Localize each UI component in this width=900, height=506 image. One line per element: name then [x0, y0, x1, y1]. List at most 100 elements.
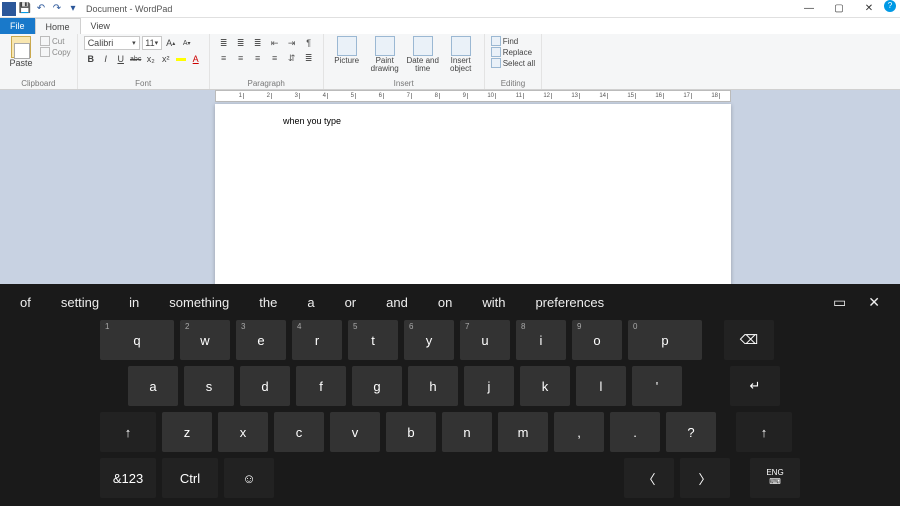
close-button[interactable]: ✕	[854, 0, 884, 18]
align-center-button[interactable]: ≡	[233, 51, 249, 65]
key-m[interactable]: m	[498, 412, 548, 452]
key-h[interactable]: h	[408, 366, 458, 406]
key-comma[interactable]: ,	[554, 412, 604, 452]
italic-button[interactable]: I	[99, 52, 113, 66]
key-b[interactable]: b	[386, 412, 436, 452]
picture-button[interactable]: Picture	[330, 36, 364, 65]
qat-customize-icon[interactable]: ▾	[66, 2, 80, 16]
help-icon[interactable]: ?	[884, 0, 896, 12]
suggestion[interactable]: with	[482, 295, 505, 310]
suggestion[interactable]: setting	[61, 295, 99, 310]
key-j[interactable]: j	[464, 366, 514, 406]
suggestion[interactable]: and	[386, 295, 408, 310]
key-f[interactable]: f	[296, 366, 346, 406]
key-y[interactable]: 6y	[404, 320, 454, 360]
suggestion[interactable]: the	[259, 295, 277, 310]
suggestion[interactable]: of	[20, 295, 31, 310]
close-keyboard-icon[interactable]: ✕	[868, 294, 880, 311]
font-name-select[interactable]: Calibri▾	[84, 36, 140, 50]
key-x[interactable]: x	[218, 412, 268, 452]
justify-button[interactable]: ≡	[267, 51, 283, 65]
key-g[interactable]: g	[352, 366, 402, 406]
key-enter[interactable]: ↵	[730, 366, 780, 406]
copy-button[interactable]: Copy	[40, 47, 71, 57]
font-color-button[interactable]: A	[189, 52, 203, 66]
key-e[interactable]: 3e	[236, 320, 286, 360]
font-size-select[interactable]: 11▾	[142, 36, 162, 50]
qat-undo-icon[interactable]: ↶	[34, 2, 48, 16]
paste-button[interactable]: Paste	[6, 36, 36, 68]
key-l[interactable]: l	[576, 366, 626, 406]
key-backspace[interactable]: ⌫	[724, 320, 774, 360]
maximize-button[interactable]: ▢	[824, 0, 854, 18]
key-language[interactable]: ENG⌨	[750, 458, 800, 498]
cut-button[interactable]: Cut	[40, 36, 71, 46]
outdent-button[interactable]: ⇤	[267, 36, 283, 50]
key-o[interactable]: 9o	[572, 320, 622, 360]
paragraph-dialog-button[interactable]: ≣	[301, 51, 317, 65]
multilevel-button[interactable]: ≣	[250, 36, 266, 50]
indent-button[interactable]: ⇥	[284, 36, 300, 50]
key-ctrl[interactable]: Ctrl	[162, 458, 218, 498]
tab-home[interactable]: Home	[35, 18, 81, 34]
key-k[interactable]: k	[520, 366, 570, 406]
replace-button[interactable]: Replace	[491, 47, 535, 57]
key-n[interactable]: n	[442, 412, 492, 452]
key-arrow-left[interactable]: 〈	[624, 458, 674, 498]
key-i[interactable]: 8i	[516, 320, 566, 360]
suggestion[interactable]: preferences	[535, 295, 604, 310]
key-t[interactable]: 5t	[348, 320, 398, 360]
suggestion[interactable]: something	[169, 295, 229, 310]
dock-keyboard-icon[interactable]: ▭	[833, 294, 846, 311]
key-p[interactable]: 0p	[628, 320, 702, 360]
key-v[interactable]: v	[330, 412, 380, 452]
key-r[interactable]: 4r	[292, 320, 342, 360]
key-shift-left[interactable]: ↑	[100, 412, 156, 452]
qat-save-icon[interactable]: 💾	[18, 2, 32, 16]
key-q[interactable]: 1q	[100, 320, 174, 360]
grow-font-button[interactable]: A▴	[164, 36, 178, 50]
bold-button[interactable]: B	[84, 52, 98, 66]
key-apostrophe[interactable]: '	[632, 366, 682, 406]
suggestion[interactable]: on	[438, 295, 452, 310]
key-period[interactable]: .	[610, 412, 660, 452]
underline-button[interactable]: U	[114, 52, 128, 66]
highlight-button[interactable]	[174, 52, 188, 66]
tab-file[interactable]: File	[0, 18, 35, 34]
qat-redo-icon[interactable]: ↷	[50, 2, 64, 16]
key-a[interactable]: a	[128, 366, 178, 406]
key-s[interactable]: s	[184, 366, 234, 406]
suggestion[interactable]: a	[307, 295, 314, 310]
key-w[interactable]: 2w	[180, 320, 230, 360]
key-symbols[interactable]: &123	[100, 458, 156, 498]
key-z[interactable]: z	[162, 412, 212, 452]
find-button[interactable]: Find	[491, 36, 535, 46]
align-left-button[interactable]: ≡	[216, 51, 232, 65]
date-time-button[interactable]: Date and time	[406, 36, 440, 73]
key-arrow-right[interactable]: 〉	[680, 458, 730, 498]
minimize-button[interactable]: —	[794, 0, 824, 18]
superscript-button[interactable]: x²	[159, 52, 173, 66]
ruler[interactable]: 1 2 3 4 5 6 7 8 9 10 11 12 13 14 15 16 1…	[215, 90, 731, 102]
align-right-button[interactable]: ≡	[250, 51, 266, 65]
document-text[interactable]: when you type	[283, 116, 341, 126]
subscript-button[interactable]: x₂	[144, 52, 158, 66]
key-shift-right[interactable]: ↑	[736, 412, 792, 452]
strike-button[interactable]: abc	[129, 52, 143, 66]
key-c[interactable]: c	[274, 412, 324, 452]
key-u[interactable]: 7u	[460, 320, 510, 360]
show-marks-button[interactable]: ¶	[301, 36, 317, 50]
shrink-font-button[interactable]: A▾	[180, 36, 194, 50]
paint-drawing-button[interactable]: Paint drawing	[368, 36, 402, 73]
key-question[interactable]: ?	[666, 412, 716, 452]
insert-object-button[interactable]: Insert object	[444, 36, 478, 73]
bullets-button[interactable]: ≣	[216, 36, 232, 50]
key-emoji[interactable]: ☺	[224, 458, 274, 498]
line-spacing-button[interactable]: ⇵	[284, 51, 300, 65]
key-d[interactable]: d	[240, 366, 290, 406]
tab-view[interactable]: View	[81, 18, 120, 34]
select-all-button[interactable]: Select all	[491, 58, 535, 68]
suggestion[interactable]: in	[129, 295, 139, 310]
numbering-button[interactable]: ≣	[233, 36, 249, 50]
suggestion[interactable]: or	[345, 295, 357, 310]
